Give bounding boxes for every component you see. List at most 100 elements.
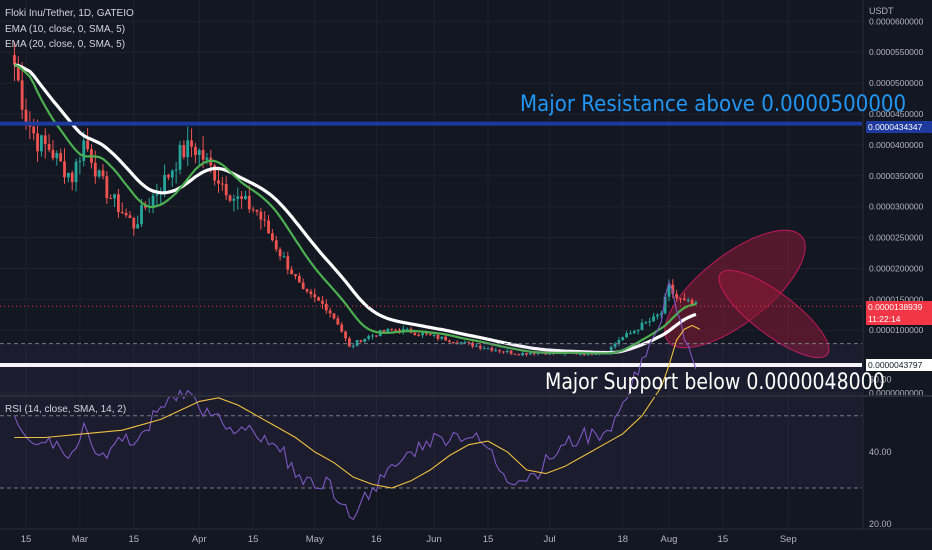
- candle-body: [109, 198, 113, 200]
- candle-body: [132, 218, 136, 229]
- chart-title: Floki Inu/Tether, 1D, GATEIO: [5, 8, 134, 19]
- candle-body: [332, 313, 336, 319]
- price-tick-label: 0.0000300000: [869, 202, 924, 212]
- price-tick-label: 0.0000200000: [869, 263, 924, 273]
- candle-body: [386, 328, 390, 332]
- candle-body: [652, 316, 655, 322]
- candle-body: [51, 149, 55, 159]
- resistance-price-label: 0.0000434347: [866, 121, 932, 133]
- candle-body: [644, 322, 648, 324]
- candle-body: [640, 322, 644, 331]
- candle-body: [105, 176, 109, 199]
- time-tick-label: Aug: [660, 534, 677, 545]
- candle-body: [224, 184, 228, 196]
- candle-body: [317, 297, 320, 301]
- candle-body: [309, 291, 313, 295]
- candle-body: [128, 215, 132, 219]
- candle-body: [197, 150, 201, 155]
- candle-body: [463, 341, 467, 343]
- time-tick-label: 15: [129, 534, 140, 545]
- price-tick-label: 0.0000400000: [869, 140, 924, 150]
- candle-body: [440, 336, 444, 339]
- candle-body: [74, 161, 78, 183]
- candle-body: [313, 294, 317, 298]
- candle-body: [367, 336, 371, 339]
- rsi-legend[interactable]: RSI (14, close, SMA, 14, 2): [5, 404, 126, 415]
- price-tick-label: 0.0000500000: [869, 78, 924, 88]
- candle-body: [20, 80, 24, 110]
- candle-body: [632, 331, 636, 334]
- candle-body: [682, 298, 686, 301]
- candle-body: [259, 211, 263, 220]
- candle-body: [686, 300, 690, 302]
- trading-chart[interactable]: 0.0000600000 0.0000550000 0.0000500000 0.00…: [0, 0, 932, 550]
- candle-body: [163, 174, 166, 193]
- candle-body: [656, 314, 659, 317]
- price-tick-label: 0.0000550000: [869, 47, 924, 57]
- ema20-legend[interactable]: EMA (20, close, 0, SMA, 5): [5, 39, 125, 50]
- candle-body: [467, 341, 471, 343]
- support-annotation: Major Support below 0.0000048000: [545, 370, 885, 395]
- candle-body: [374, 335, 378, 337]
- candle-body: [340, 324, 344, 332]
- candle-body: [436, 334, 440, 339]
- price-tick-label: 0.0000250000: [869, 233, 924, 243]
- candle-body: [428, 334, 432, 336]
- candle-body: [240, 196, 243, 199]
- candle-body: [97, 170, 101, 177]
- candle-body: [220, 183, 224, 185]
- candle-body: [421, 333, 424, 336]
- candle-body: [301, 282, 305, 289]
- candle-body: [405, 328, 409, 330]
- time-tick-label: Sep: [780, 534, 797, 545]
- candle-body: [251, 209, 255, 211]
- candle-body: [174, 169, 178, 171]
- candle-body: [297, 276, 301, 283]
- candle-body: [194, 146, 197, 155]
- candle-body: [178, 145, 182, 170]
- candle-body: [136, 224, 140, 229]
- candle-body: [47, 143, 51, 150]
- candle-body: [271, 233, 274, 241]
- time-tick-label: Jun: [426, 534, 441, 545]
- candle-body: [625, 333, 628, 338]
- candle-body: [451, 341, 455, 343]
- candle-body: [448, 340, 451, 342]
- time-tick-label: May: [306, 534, 324, 545]
- candle-body: [278, 249, 282, 257]
- candle-body: [247, 195, 251, 210]
- candle-body: [151, 195, 155, 207]
- candle-body: [432, 334, 436, 336]
- time-tick-label: 18: [617, 534, 628, 545]
- candle-body: [32, 126, 36, 134]
- candle-body: [417, 334, 421, 336]
- candle-body: [113, 194, 116, 199]
- candle-body: [648, 321, 652, 323]
- candle-body: [120, 212, 124, 214]
- candle-body: [36, 133, 39, 152]
- candle-body: [286, 256, 290, 270]
- candle-body: [621, 337, 625, 341]
- time-tick-label: Jul: [544, 534, 556, 545]
- ema10-legend[interactable]: EMA (10, close, 0, SMA, 5): [5, 24, 125, 35]
- price-tick-label: 0.0000600000: [869, 16, 924, 26]
- candle-body: [394, 329, 397, 331]
- candle-body: [267, 220, 270, 234]
- candle-body: [155, 194, 159, 196]
- candle-body: [78, 160, 82, 162]
- candle-body: [228, 195, 232, 201]
- candle-body: [170, 170, 174, 178]
- candle-body: [140, 205, 143, 225]
- candle-body: [444, 336, 448, 341]
- candle-body: [371, 335, 374, 337]
- candle-body: [101, 170, 105, 177]
- price-tick-label: 0.0000350000: [869, 171, 924, 181]
- candle-body: [294, 274, 297, 277]
- candle-body: [328, 310, 332, 314]
- candle-body: [232, 198, 236, 201]
- rsi-tick-label: 40.00: [869, 447, 892, 457]
- candle-body: [263, 219, 267, 221]
- candle-body: [70, 172, 74, 183]
- candle-body: [413, 332, 417, 335]
- candle-body: [124, 212, 128, 216]
